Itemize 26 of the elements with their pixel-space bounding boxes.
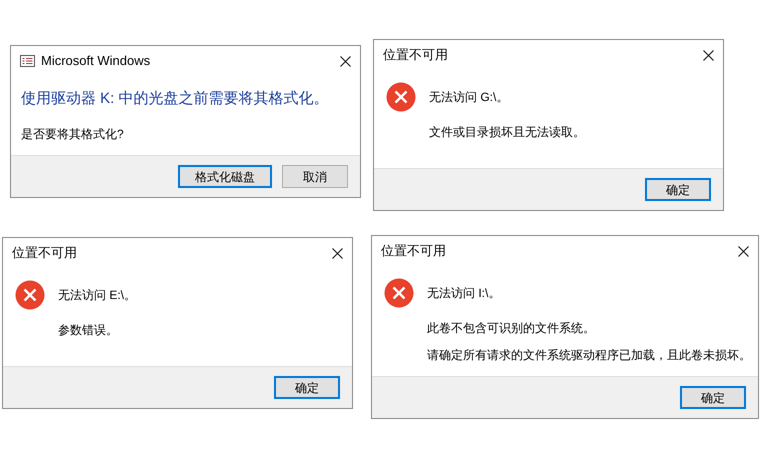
window-title: 位置不可用 — [383, 46, 449, 64]
dialog-heading: 无法访问 I:\。 — [427, 285, 502, 302]
close-icon[interactable] — [340, 56, 351, 66]
dialog-button[interactable]: 格式化磁盘 — [178, 165, 272, 188]
dialog-message: 此卷不包含可识别的文件系统。 — [427, 320, 596, 337]
close-icon[interactable] — [738, 246, 749, 256]
dialog-heading: 使用驱动器 K: 中的光盘之前需要将其格式化。 — [21, 89, 329, 109]
dialog-button[interactable]: 取消 — [282, 165, 348, 188]
window-title: 位置不可用 — [381, 242, 447, 260]
error-icon — [384, 278, 414, 308]
close-icon[interactable] — [703, 50, 714, 60]
dialog-message: 请确定所有请求的文件系统驱动程序已加载，且此卷未损坏。 — [427, 347, 751, 364]
dialog-heading: 无法访问 E:\。 — [58, 287, 136, 304]
error-icon — [386, 82, 416, 112]
dialog-heading: 无法访问 G:\。 — [429, 89, 510, 106]
error-icon — [15, 280, 45, 310]
window-title: Microsoft Windows — [41, 52, 152, 70]
dialog-message: 参数错误。 — [58, 322, 119, 339]
window-title: 位置不可用 — [12, 244, 78, 262]
close-icon[interactable] — [332, 248, 343, 258]
dialog-message: 文件或目录损坏且无法读取。 — [429, 124, 585, 141]
dialog-button[interactable]: 确定 — [645, 178, 711, 201]
dialog-button[interactable]: 确定 — [680, 386, 746, 409]
dialog-message: 是否要将其格式化? — [21, 126, 125, 142]
window-icon — [20, 55, 35, 67]
dialog-button[interactable]: 确定 — [274, 376, 340, 399]
